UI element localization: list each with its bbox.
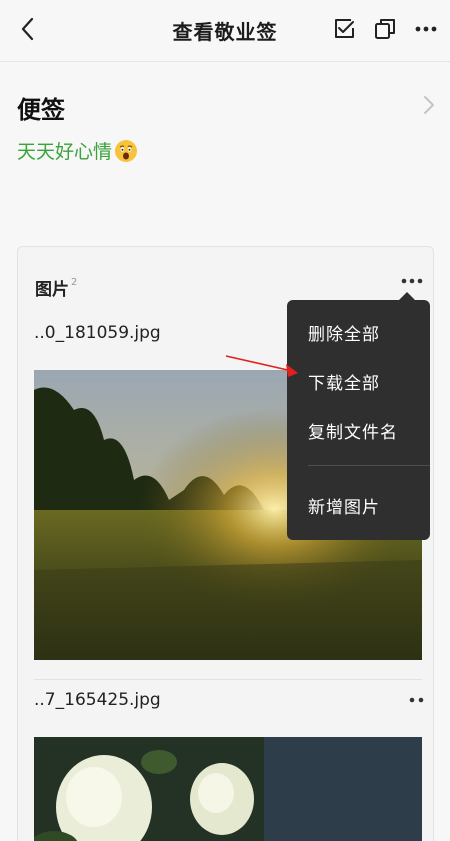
images-section-title: 图片 2 — [35, 275, 77, 300]
file-divider — [34, 679, 422, 680]
chevron-right-icon[interactable] — [420, 94, 438, 116]
top-bar: 查看敬业签 — [0, 0, 450, 62]
note-heading: 便签 — [17, 96, 65, 124]
note-content[interactable]: 天天好心情 — [17, 137, 138, 164]
more-icon[interactable] — [411, 14, 441, 44]
images-more-icon[interactable] — [400, 275, 424, 287]
checkbox-icon[interactable] — [329, 14, 359, 44]
note-content-text: 天天好心情 — [17, 141, 113, 163]
file-more-icon[interactable] — [407, 695, 427, 705]
menu-divider — [308, 465, 430, 466]
menu-item-download-all[interactable]: 下载全部 — [308, 369, 380, 394]
file-name-2: ..7_165425.jpg — [34, 690, 161, 710]
menu-item-copy-filename[interactable]: 复制文件名 — [308, 418, 398, 443]
menu-item-add-image[interactable]: 新增图片 — [308, 493, 380, 518]
menu-item-delete-all[interactable]: 删除全部 — [308, 320, 380, 345]
images-title-text: 图片 — [35, 280, 69, 300]
image-thumbnail-white-roses[interactable] — [34, 737, 422, 841]
images-count: 2 — [71, 277, 78, 288]
astonished-emoji-icon — [115, 139, 138, 162]
context-menu: 删除全部 下载全部 复制文件名 新增图片 — [287, 292, 430, 540]
file-name-1: ..0_181059.jpg — [34, 323, 161, 343]
copy-icon[interactable] — [370, 14, 400, 44]
